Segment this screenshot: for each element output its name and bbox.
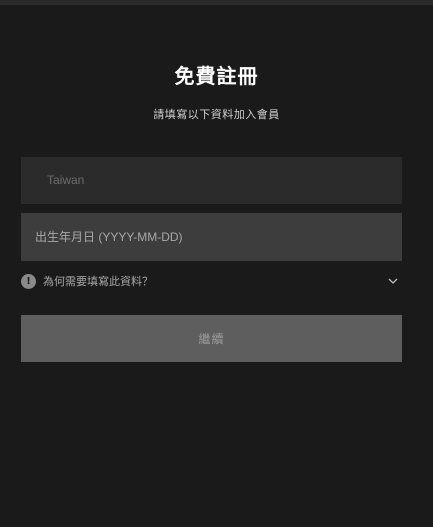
page-title: 免費註冊 bbox=[174, 64, 259, 88]
info-icon: ! bbox=[21, 273, 36, 289]
chevron-down-icon bbox=[386, 274, 400, 288]
why-needed-toggle[interactable]: ! 為何需要填寫此資料？ bbox=[21, 271, 402, 291]
country-field[interactable]: Taiwan bbox=[21, 157, 402, 204]
continue-button[interactable]: 繼續 bbox=[21, 315, 402, 362]
page-subtitle: 請填寫以下資料加入會員 bbox=[153, 108, 280, 121]
top-bar bbox=[0, 0, 433, 5]
signup-page: 免費註冊 請填寫以下資料加入會員 Taiwan ! 為何需要填寫此資料？ 繼續 bbox=[0, 0, 433, 527]
birthdate-input[interactable] bbox=[21, 213, 402, 261]
why-needed-label: 為何需要填寫此資料？ bbox=[43, 275, 153, 288]
